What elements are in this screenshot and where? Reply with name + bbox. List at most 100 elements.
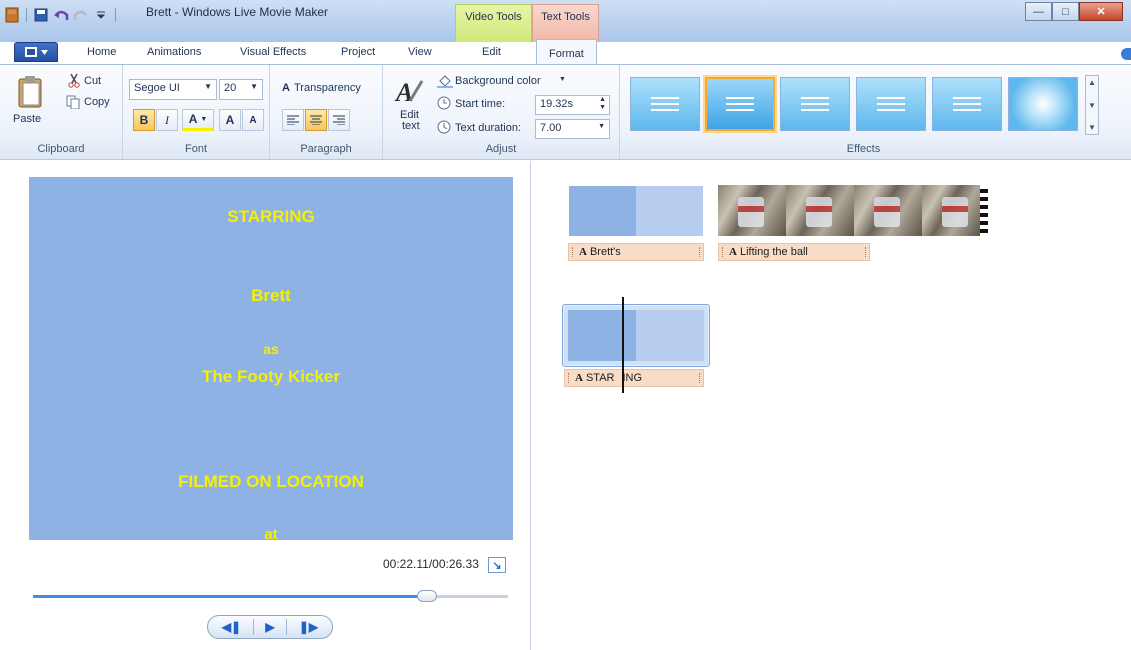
font-size-select[interactable]: 20 ▼ [219, 79, 263, 100]
undo-icon[interactable] [53, 7, 69, 23]
effects-group-label: Effects [846, 143, 881, 155]
edit-text-icon: A [394, 78, 424, 107]
align-center-icon [310, 115, 322, 125]
effect-zoom-in[interactable] [856, 77, 926, 131]
timer-icon [437, 120, 451, 134]
tab-visual-effects[interactable]: Visual Effects [240, 46, 306, 58]
gallery-more-icon[interactable]: ▼ [1088, 123, 1096, 132]
video-tools-label: Video Tools [465, 11, 522, 23]
frame-thumbnail [738, 197, 764, 227]
text-duration-select[interactable]: 7.00 ▼ [535, 119, 610, 139]
playback-divider [252, 619, 254, 635]
preview-line-starring: STARRING [227, 207, 315, 226]
help-icon[interactable] [1121, 48, 1131, 60]
font-family-select[interactable]: Segoe UI ▼ [129, 79, 217, 100]
video-frame [718, 185, 786, 236]
effect-scroll-up[interactable] [705, 77, 775, 131]
tab-animations[interactable]: Animations [147, 46, 201, 58]
minimize-icon: — [1033, 5, 1044, 18]
caption-text-icon: A [729, 246, 737, 258]
chevron-down-icon [40, 49, 48, 55]
caption-starring-text-b: ING [622, 372, 643, 384]
video-preview[interactable]: STARRING Brett as The Footy Kicker FILME… [29, 177, 513, 540]
tab-edit[interactable]: Edit [482, 46, 501, 58]
qat-separator [26, 8, 27, 22]
group-clipboard: Paste Cut Copy Clipboard [0, 65, 123, 159]
clock-icon [437, 96, 451, 110]
customize-qat-icon[interactable] [93, 7, 109, 23]
preview-line-name: Brett [251, 286, 291, 305]
title-clip-starring-thumb [568, 310, 704, 361]
expand-icon[interactable]: ↘ [488, 557, 506, 573]
app-icon[interactable] [4, 7, 20, 23]
caption-brett[interactable]: A Brett's [568, 243, 704, 261]
effect-scroll-left[interactable] [630, 77, 700, 131]
copy-button[interactable]: Copy [64, 95, 114, 111]
tab-format[interactable]: Format [536, 39, 597, 64]
font-size-value: 20 [224, 82, 237, 94]
group-font: Segoe UI ▼ 20 ▼ B I A ▼ A A Font [123, 65, 270, 159]
font-color-button[interactable]: A ▼ [182, 109, 214, 131]
edit-text-button[interactable]: A Edit text [391, 75, 427, 137]
effect-cinematic-fly[interactable] [780, 77, 850, 131]
effects-gallery-scroll[interactable]: ▲ ▼ ▼ [1085, 75, 1099, 135]
play-icon[interactable]: ▶ [265, 620, 274, 634]
tab-view[interactable]: View [408, 46, 432, 58]
seek-progress [33, 595, 428, 598]
caption-text-icon: A [579, 246, 587, 258]
save-icon[interactable] [33, 7, 49, 23]
start-time-value: 19.32s [540, 98, 574, 110]
chevron-down-icon: ▼ [204, 82, 212, 91]
gallery-down-icon[interactable]: ▼ [1088, 101, 1096, 110]
redo-icon[interactable] [73, 7, 89, 23]
title-clip-starring-selected[interactable] [562, 304, 710, 367]
caption-lifting[interactable]: A Lifting the ball [718, 243, 870, 261]
cut-icon [68, 74, 80, 88]
shrink-font-button[interactable]: A [242, 109, 264, 131]
transparency-label: Transparency [294, 82, 361, 94]
transparency-icon: A [282, 82, 290, 94]
tab-home[interactable]: Home [87, 46, 116, 58]
align-left-button[interactable] [282, 109, 304, 131]
chevron-down-icon: ▼ [598, 123, 605, 130]
transparency-button[interactable]: A Transparency [282, 81, 378, 99]
context-group-video-tools: Video Tools [455, 4, 532, 42]
tab-project[interactable]: Project [341, 46, 375, 58]
background-color-button[interactable]: Background color ▼ [435, 73, 566, 91]
paste-button[interactable]: Paste [13, 75, 48, 131]
cut-button[interactable]: Cut [64, 74, 114, 90]
align-center-button[interactable] [305, 109, 327, 131]
start-time-input[interactable]: 19.32s ▲ ▼ [535, 95, 610, 115]
spinner-icon[interactable]: ▲ ▼ [599, 96, 606, 112]
maximize-button[interactable]: □ [1052, 2, 1079, 21]
previous-frame-icon[interactable]: ◀❚ [222, 620, 241, 634]
effect-cinematic-fly-icon [801, 97, 829, 111]
playhead[interactable] [622, 297, 624, 393]
italic-button[interactable]: I [156, 109, 178, 131]
text-tools-label: Text Tools [541, 11, 590, 23]
chevron-down-icon: ▼ [200, 115, 208, 123]
cut-label: Cut [84, 75, 102, 87]
effect-burst[interactable] [1008, 77, 1078, 131]
grow-font-button[interactable]: A [219, 109, 241, 131]
window-title: Brett - Windows Live Movie Maker [146, 5, 329, 19]
gallery-up-icon[interactable]: ▲ [1088, 78, 1096, 87]
app-menu-button[interactable] [14, 42, 58, 62]
seek-bar[interactable] [33, 590, 508, 602]
align-right-button[interactable] [328, 109, 350, 131]
caption-starring[interactable]: A STAR ING [564, 369, 704, 387]
minimize-button[interactable]: — [1025, 2, 1052, 21]
adjust-group-label: Adjust [485, 143, 517, 155]
close-button[interactable]: ✕ [1079, 2, 1123, 21]
seek-thumb[interactable] [417, 590, 438, 602]
ribbon-tabs: Home Animations Visual Effects Project V… [0, 39, 1131, 64]
font-color-label: A [188, 112, 198, 126]
title-clip-brett[interactable] [569, 186, 703, 236]
close-icon: ✕ [1096, 6, 1106, 18]
video-clip-lifting[interactable] [718, 185, 988, 236]
bold-button[interactable]: B [133, 109, 155, 131]
effect-zoom-out[interactable] [932, 77, 1002, 131]
frame-thumbnail [806, 197, 832, 227]
align-right-icon [333, 115, 345, 125]
next-frame-icon[interactable]: ❚▶ [299, 620, 318, 634]
